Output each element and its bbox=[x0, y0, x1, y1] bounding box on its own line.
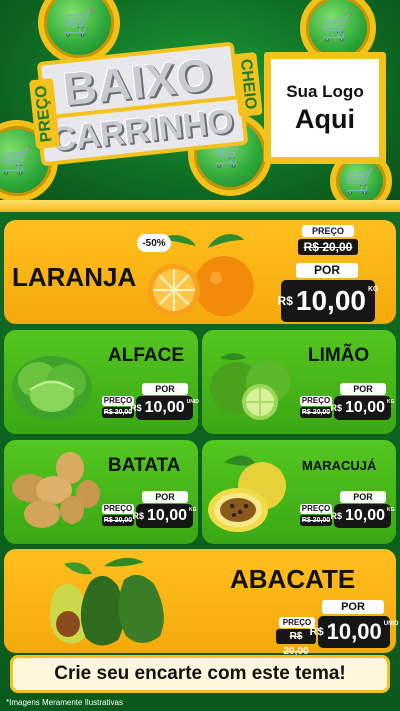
header: 🛒 🛒 🛒 🛒 🛒 BAIXO CARRINHO PREÇO CHEIO Sua… bbox=[0, 0, 400, 212]
preco-label: PREÇO bbox=[102, 504, 134, 514]
divider-band bbox=[0, 200, 400, 212]
lime-illustration bbox=[210, 353, 290, 420]
new-price: R$ 10,00 UNID bbox=[310, 616, 398, 648]
price-unit: UNID bbox=[186, 399, 199, 405]
por-label: POR bbox=[296, 263, 358, 278]
por-label: POR bbox=[340, 491, 386, 503]
cart-icon: 🛒 bbox=[344, 165, 378, 196]
preco-label: PREÇO bbox=[302, 225, 354, 237]
por-label: POR bbox=[142, 383, 188, 395]
avocado-illustration bbox=[49, 557, 164, 646]
price-value: 10,00 bbox=[144, 399, 185, 416]
new-price: R$ 10,00 KG bbox=[132, 504, 197, 528]
price-unit: KG bbox=[367, 286, 379, 293]
product-name: ALFACE bbox=[108, 345, 184, 366]
price-value: 10,00 bbox=[344, 507, 386, 524]
old-price: R$ 20,00 bbox=[298, 239, 358, 255]
logo-line2: Aqui bbox=[295, 103, 355, 134]
price-unit: KG bbox=[189, 507, 197, 513]
new-price: R$ 10,00 UNID bbox=[130, 396, 199, 420]
currency: R$ bbox=[309, 626, 324, 638]
currency: R$ bbox=[330, 511, 342, 521]
new-price: R$ 10,00 KG bbox=[330, 504, 395, 528]
por-label: POR bbox=[340, 383, 386, 395]
campaign-title: BAIXO CARRINHO PREÇO CHEIO bbox=[16, 36, 263, 179]
passion-fruit-illustration bbox=[208, 455, 286, 532]
preco-label: PREÇO bbox=[300, 396, 332, 406]
price-unit: UNID bbox=[383, 621, 399, 627]
flyer: 🛒 🛒 🛒 🛒 🛒 BAIXO CARRINHO PREÇO CHEIO Sua… bbox=[0, 0, 400, 711]
currency: R$ bbox=[132, 511, 144, 521]
price-value: 10,00 bbox=[344, 399, 386, 416]
cart-icon: 🛒 bbox=[62, 7, 96, 38]
price-value: 10,00 bbox=[326, 619, 382, 644]
currency: R$ bbox=[277, 294, 293, 308]
por-label: POR bbox=[322, 600, 384, 614]
cta-banner[interactable]: Crie seu encarte com este tema! bbox=[10, 655, 390, 693]
price-unit: KG bbox=[387, 507, 395, 513]
logo-placeholder[interactable]: Sua Logo Aqui bbox=[264, 52, 386, 164]
por-label: POR bbox=[142, 491, 188, 503]
potato-illustration bbox=[12, 452, 100, 528]
logo-line1: Sua Logo bbox=[286, 81, 364, 101]
product-name: BATATA bbox=[108, 455, 181, 476]
product-name: LIMÃO bbox=[308, 345, 370, 366]
old-price: R$ 20,00 bbox=[300, 407, 332, 418]
new-price: R$ 10,00 KG bbox=[277, 280, 378, 322]
price-value: 10,00 bbox=[295, 285, 366, 316]
product-name: LARANJA bbox=[12, 262, 137, 292]
price-unit: KG bbox=[387, 399, 395, 405]
new-price: R$ 10,00 KG bbox=[330, 396, 395, 420]
product-name: MARACUJÁ bbox=[302, 458, 377, 473]
preco-label: PREÇO bbox=[300, 504, 332, 514]
cart-icon: 🛒 bbox=[321, 12, 355, 43]
disclaimer: *Imagens Meramente Ilustrativas bbox=[6, 698, 123, 707]
discount-badge: -50% bbox=[137, 234, 171, 252]
lettuce-illustration bbox=[12, 356, 92, 420]
old-price: R$ 20,00 bbox=[102, 515, 134, 526]
old-price: R$ 20,00 bbox=[300, 515, 332, 526]
product-name: ABACATE bbox=[230, 564, 356, 594]
currency: R$ bbox=[130, 403, 142, 413]
currency: R$ bbox=[330, 403, 342, 413]
price-value: 10,00 bbox=[146, 507, 188, 524]
tag-cheio: CHEIO bbox=[232, 51, 263, 117]
